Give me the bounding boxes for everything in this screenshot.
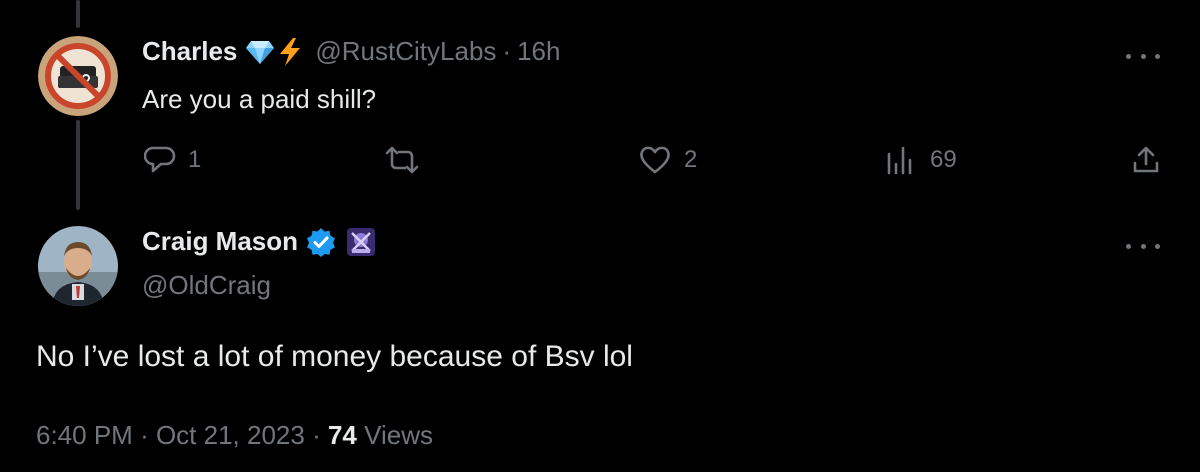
reply-display-name[interactable]: Charles (142, 36, 237, 67)
separator-dot: · (502, 36, 512, 66)
more-dot (1126, 53, 1131, 59)
heart-icon (638, 144, 672, 176)
share-button[interactable] (1130, 144, 1162, 176)
reply-more-button[interactable] (1126, 46, 1160, 66)
tweet-date[interactable]: Oct 21, 2023 (156, 420, 305, 450)
views-label: Views (364, 420, 434, 450)
reply-icon (144, 144, 176, 176)
reply-button[interactable]: 1 (144, 144, 201, 176)
views-total-count: 74 (327, 420, 357, 450)
share-icon (1130, 144, 1162, 176)
reply-header: Charles @RustCityLabs · 16h (142, 36, 560, 67)
main-header: Craig Mason (142, 226, 376, 257)
tweet-time[interactable]: 6:40 PM (36, 420, 133, 450)
separator-dot: · (140, 420, 156, 450)
more-dot (1140, 53, 1146, 59)
more-dot (1155, 53, 1160, 59)
thread-line-top (76, 0, 80, 28)
views-button[interactable]: 69 (884, 144, 957, 176)
views-count: 69 (930, 146, 957, 173)
reply-action-bar: 1 2 69 (140, 142, 1170, 182)
main-more-button[interactable] (1126, 236, 1160, 256)
thread-line-connector (76, 120, 80, 210)
affiliate-badge-icon (346, 227, 376, 257)
reply-count: 1 (188, 146, 202, 173)
diamond-icon (245, 39, 275, 65)
retweet-button[interactable] (384, 144, 420, 176)
lightning-icon (277, 37, 303, 67)
like-count: 2 (684, 146, 698, 173)
main-display-name[interactable]: Craig Mason (142, 226, 298, 257)
reply-text: Are you a paid shill? (142, 84, 377, 114)
separator-dot: · (312, 420, 328, 450)
reply-handle[interactable]: @RustCityLabs (315, 36, 496, 67)
retweet-icon (384, 144, 420, 176)
more-dot (1140, 243, 1146, 249)
like-button[interactable]: 2 (638, 144, 697, 176)
views-chart-icon (884, 144, 918, 176)
main-tweet-text: No I’ve lost a lot of money because of B… (36, 340, 633, 373)
more-dot (1126, 243, 1131, 249)
verified-badge-icon (306, 227, 336, 257)
main-handle[interactable]: @OldCraig (142, 270, 271, 301)
tweet-meta: 6:40 PM · Oct 21, 2023 · 74 Views (36, 420, 433, 451)
more-dot (1155, 243, 1160, 249)
reply-time[interactable]: 16h (517, 36, 560, 67)
charles-avatar[interactable] (38, 36, 118, 116)
craig-avatar[interactable] (38, 226, 118, 306)
